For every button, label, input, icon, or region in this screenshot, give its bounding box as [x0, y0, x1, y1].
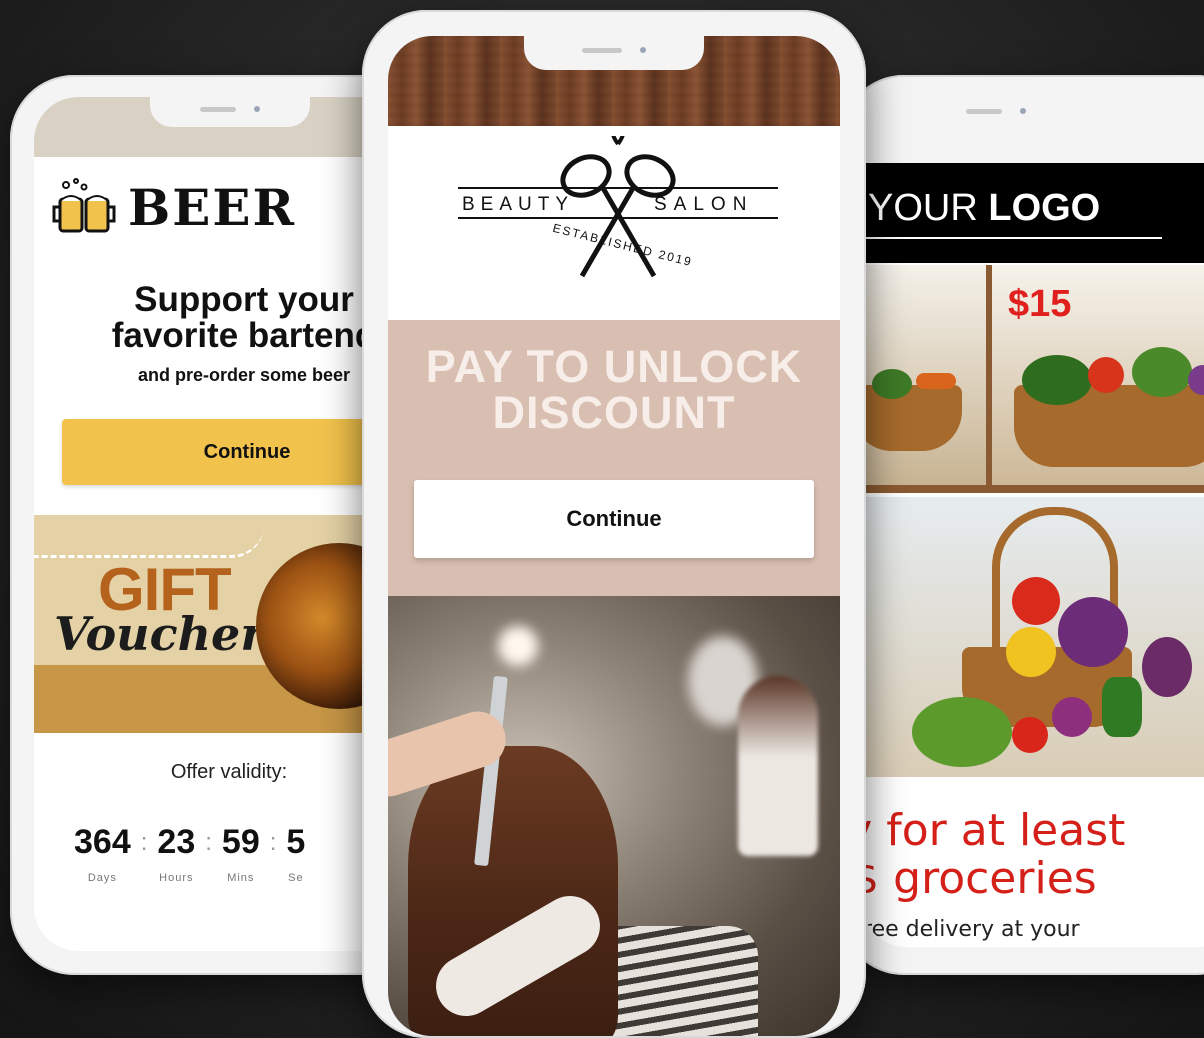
phone-groceries: YOUR LOGO $15 ıy for at least $ grocerie…: [840, 75, 1204, 975]
camera: [640, 47, 646, 53]
camera: [254, 106, 260, 112]
hours-value: 23: [157, 823, 196, 861]
grocery-tiles: $15: [862, 265, 1204, 493]
salon-photo: [388, 596, 840, 1036]
bokeh-light: [498, 626, 538, 666]
vegetable: [1088, 357, 1124, 393]
days-label: Days: [87, 872, 117, 884]
days-value: 364: [74, 823, 131, 861]
basket: [862, 385, 962, 451]
vegetable: [1022, 355, 1092, 405]
mins-label: Mins: [227, 872, 255, 884]
speaker: [200, 107, 236, 112]
background-client: [738, 676, 818, 856]
vegetable: [1012, 577, 1060, 625]
headline-line2: DISCOUNT: [492, 387, 736, 438]
headline-line1: PAY TO UNLOCK: [425, 341, 803, 392]
separator: :: [140, 829, 148, 856]
vegetable: [1142, 637, 1192, 697]
speaker: [966, 109, 1002, 114]
separator: :: [269, 829, 277, 856]
headline-line1: ıy for at least: [862, 805, 1126, 856]
vegetable: [1132, 347, 1192, 397]
secs-value: 5: [286, 823, 306, 861]
separator: :: [205, 829, 212, 856]
vegetable: [912, 697, 1012, 767]
vegetable: [872, 369, 912, 399]
logo-established: ESTABLISHED 2019: [551, 221, 694, 269]
logo-plain: YOUR: [868, 187, 978, 229]
phone-notch: [910, 97, 1070, 129]
price-tag: $15: [1008, 283, 1072, 325]
phone-notch: [150, 97, 310, 127]
logo-bold: LOGO: [988, 187, 1101, 229]
speaker: [582, 48, 622, 53]
camera: [1020, 108, 1026, 114]
unlock-headline: PAY TO UNLOCK DISCOUNT: [388, 344, 840, 436]
continue-button[interactable]: Continue: [414, 480, 814, 558]
hours-label: Hours: [159, 872, 194, 884]
vegetable: [1052, 697, 1092, 737]
beauty-salon-logo: BEAUTY SALON ESTABLISHED 2019: [458, 136, 778, 278]
phone-notch: [524, 36, 704, 70]
countdown-secs: 5 Se: [286, 823, 305, 884]
secs-label: Se: [288, 872, 304, 884]
vegetable: [1006, 627, 1056, 677]
countdown-days: 364 Days: [74, 823, 131, 884]
vegetable: [1012, 717, 1048, 753]
vegetable: [1102, 677, 1142, 737]
vegetable: [1058, 597, 1128, 667]
logo-word-right: SALON: [654, 194, 753, 215]
mins-value: 59: [221, 823, 260, 861]
groceries-screen: YOUR LOGO $15 ıy for at least $ grocerie…: [862, 97, 1204, 947]
logo-underline: [862, 237, 1162, 239]
grocery-basket-photo: [862, 497, 1204, 777]
headline-line2: )$ groceries: [862, 853, 1097, 904]
countdown-hours: 23 Hours: [157, 823, 195, 884]
dashed-line: [34, 525, 264, 558]
basket-tile-1: [862, 265, 986, 485]
salon-screen: BEAUTY SALON ESTABLISHED 2019 PAY TO UNL…: [388, 36, 840, 1036]
voucher-word-text: Voucher: [54, 607, 265, 661]
logo-word-left: BEAUTY: [462, 194, 574, 215]
logo-text: YOUR LOGO: [868, 187, 1100, 230]
countdown-mins: 59 Mins: [222, 823, 260, 884]
groceries-subline: Free delivery at your: [862, 917, 1080, 942]
brand-name: BEER: [128, 177, 297, 237]
beer-logo: BEER: [52, 177, 296, 237]
phone-salon: BEAUTY SALON ESTABLISHED 2019 PAY TO UNL…: [362, 10, 866, 1038]
groceries-headline: ıy for at least )$ groceries: [862, 807, 1125, 903]
vegetable: [916, 373, 956, 389]
beer-mugs-icon: [52, 178, 116, 233]
